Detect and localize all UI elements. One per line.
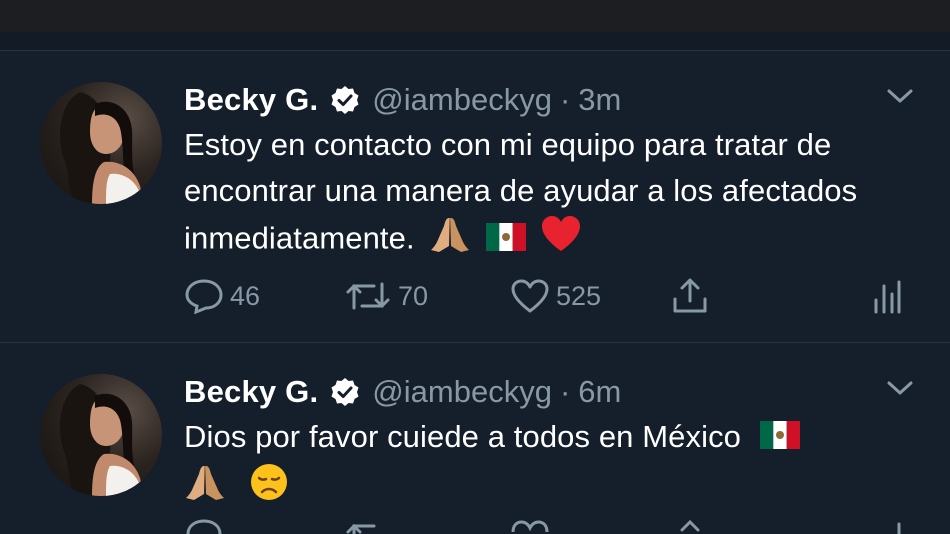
top-bar	[0, 0, 950, 32]
display-name[interactable]: Becky G.	[184, 82, 318, 118]
retweet-icon	[346, 523, 376, 534]
reply-button[interactable]: 46	[184, 276, 260, 316]
tweet-text: Dios por favor cuiede a todos en México	[184, 414, 904, 515]
header-shadow	[0, 32, 950, 50]
avatar-image	[60, 92, 144, 204]
display-name[interactable]: Becky G.	[184, 374, 318, 410]
verified-badge-icon	[330, 85, 360, 115]
avatar[interactable]	[40, 82, 162, 204]
share-button[interactable]	[670, 276, 716, 316]
chevron-down-icon[interactable]	[886, 378, 914, 398]
timestamp[interactable]: 3m	[578, 82, 621, 118]
mexico-flag-icon	[759, 416, 800, 462]
share-icon	[673, 278, 707, 313]
reply-icon	[186, 519, 222, 534]
like-button[interactable]	[510, 518, 556, 534]
tweet-divider	[0, 342, 950, 343]
like-button[interactable]: 525	[510, 276, 601, 316]
folded-hands-icon	[184, 462, 226, 515]
timestamp[interactable]: 6m	[578, 374, 621, 410]
analytics-icon	[897, 522, 901, 534]
reply-icon	[185, 279, 223, 314]
avatar-image	[60, 384, 144, 496]
retweet-icon	[346, 282, 390, 310]
tweet-header: Becky G. @iambeckyg · 3m	[184, 80, 621, 120]
reply-count: 46	[230, 280, 261, 311]
avatar[interactable]	[40, 374, 162, 496]
retweet-button[interactable]	[344, 518, 398, 534]
retweet-button[interactable]: 70	[344, 276, 428, 316]
username[interactable]: @iambeckyg	[372, 82, 552, 118]
chevron-down-icon[interactable]	[886, 86, 914, 106]
separator: ·	[559, 374, 571, 409]
disappointed-face-icon	[249, 462, 289, 515]
analytics-button[interactable]	[872, 276, 908, 316]
verified-badge-icon	[330, 377, 360, 407]
tweet-actions	[184, 518, 924, 534]
share-button[interactable]	[670, 518, 716, 534]
red-heart-icon	[541, 215, 581, 266]
separator: ·	[559, 82, 571, 117]
tweet-actions: 46 70 525	[184, 276, 924, 316]
heart-icon	[511, 520, 549, 533]
share-icon	[680, 519, 700, 532]
retweet-count: 70	[398, 280, 429, 311]
reply-button[interactable]	[184, 518, 230, 534]
like-count: 525	[556, 280, 602, 311]
tweet-text-content: Dios por favor cuiede a todos en México	[184, 419, 742, 454]
analytics-button[interactable]	[872, 518, 908, 534]
folded-hands-icon	[429, 214, 471, 267]
tweet-header: Becky G. @iambeckyg · 6m	[184, 372, 621, 412]
mexico-flag-icon	[486, 218, 527, 264]
tweet-text: Estoy en contacto con mi equipo para tra…	[184, 122, 924, 267]
top-divider	[0, 50, 950, 51]
analytics-icon	[874, 280, 901, 314]
heart-icon	[511, 279, 549, 313]
username[interactable]: @iambeckyg	[372, 374, 552, 410]
